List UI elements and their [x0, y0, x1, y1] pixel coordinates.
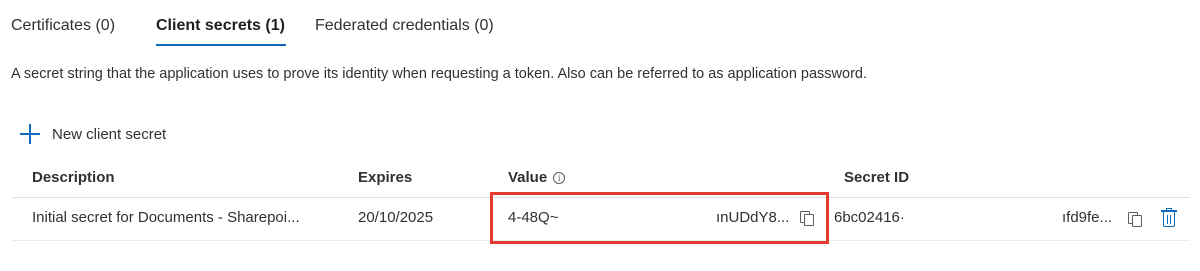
trash-icon[interactable]	[1161, 208, 1177, 228]
secret-expires: 20/10/2025	[358, 209, 434, 226]
plus-icon	[20, 124, 40, 144]
column-header-description: Description	[32, 169, 115, 186]
new-client-secret-button[interactable]: New client secret	[20, 122, 166, 146]
tab-federated-credentials[interactable]: Federated credentials (0)	[315, 17, 494, 35]
new-client-secret-label: New client secret	[52, 125, 167, 143]
client-secrets-panel: Certificates (0) Client secrets (1) Fede…	[0, 0, 1200, 271]
secret-id-end: ıfd9fe...	[1062, 209, 1113, 226]
secret-description: Initial secret for Documents - Sharepoi.…	[32, 209, 300, 226]
secret-id-start: 6bc02416·	[834, 209, 905, 226]
column-header-value-label: Value	[508, 169, 548, 186]
tab-certificates[interactable]: Certificates (0)	[11, 17, 115, 35]
copy-secret-id-icon[interactable]	[1128, 212, 1142, 227]
column-header-expires: Expires	[358, 169, 413, 186]
column-header-secret-id: Secret ID	[844, 169, 910, 186]
section-description: A secret string that the application use…	[11, 66, 867, 82]
active-tab-indicator	[156, 44, 286, 46]
tab-client-secrets[interactable]: Client secrets (1)	[156, 17, 285, 35]
value-highlight-box	[490, 192, 829, 244]
column-header-value: Value i	[508, 169, 566, 186]
info-icon[interactable]: i	[553, 171, 566, 184]
credentials-tabs: Certificates (0) Client secrets (1) Fede…	[0, 0, 1200, 50]
